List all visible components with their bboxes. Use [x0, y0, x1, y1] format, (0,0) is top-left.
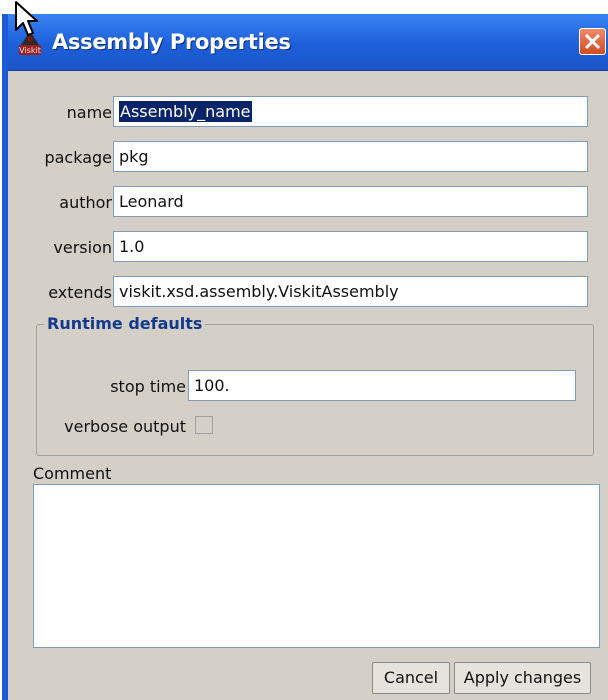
mouse-cursor-icon	[15, 1, 38, 36]
verbose-output-checkbox[interactable]	[195, 416, 213, 434]
window-title: Assembly Properties	[52, 30, 291, 54]
version-label: version	[53, 238, 112, 257]
stop-time-label: stop time	[110, 377, 186, 396]
comment-textarea[interactable]	[33, 484, 600, 648]
package-field[interactable]: pkg	[113, 141, 588, 172]
svg-text:Viskit: Viskit	[19, 46, 41, 55]
package-label: package	[44, 148, 112, 167]
runtime-defaults-title: Runtime defaults	[44, 314, 206, 333]
close-icon	[584, 33, 601, 50]
apply-changes-button[interactable]: Apply changes	[454, 662, 591, 694]
author-label: author	[59, 193, 112, 212]
stop-time-field[interactable]: 100.	[188, 370, 576, 401]
author-field[interactable]: Leonard	[113, 186, 588, 217]
extends-label: extends	[48, 283, 112, 302]
version-field[interactable]: 1.0	[113, 231, 588, 262]
name-field-value: Assembly_name	[119, 101, 252, 122]
verbose-output-label: verbose output	[64, 417, 186, 436]
close-button[interactable]	[579, 28, 606, 55]
extends-field[interactable]: viskit.xsd.assembly.ViskitAssembly	[113, 276, 588, 307]
title-bar[interactable]: Viskit Assembly Properties	[8, 14, 608, 71]
cancel-button[interactable]: Cancel	[372, 662, 450, 694]
comment-label: Comment	[33, 464, 112, 483]
name-field[interactable]: Assembly_name	[113, 96, 588, 127]
assembly-properties-dialog: Viskit Assembly Properties name Assembly…	[2, 14, 608, 700]
name-label: name	[66, 103, 112, 122]
